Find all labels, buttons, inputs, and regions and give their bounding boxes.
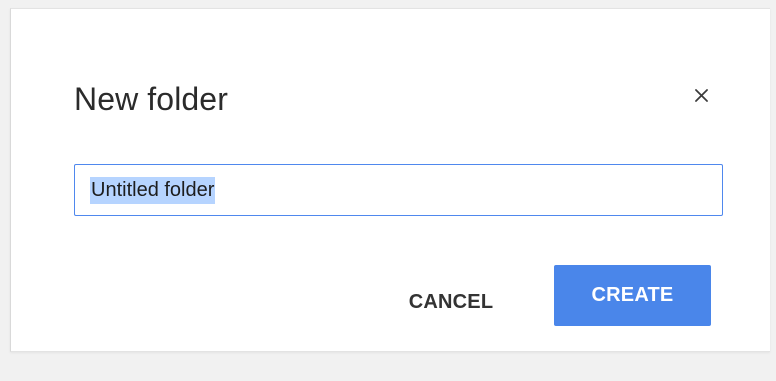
close-icon — [692, 86, 711, 110]
cancel-button[interactable]: CANCEL — [386, 276, 516, 328]
folder-name-input[interactable]: Untitled folder — [74, 164, 723, 216]
folder-name-value: Untitled folder — [90, 177, 216, 204]
dialog-title: New folder — [74, 81, 228, 117]
create-button[interactable]: CREATE — [554, 265, 711, 326]
close-button[interactable] — [686, 83, 716, 113]
new-folder-dialog: New folder Untitled folder CANCEL CREATE — [10, 8, 770, 352]
